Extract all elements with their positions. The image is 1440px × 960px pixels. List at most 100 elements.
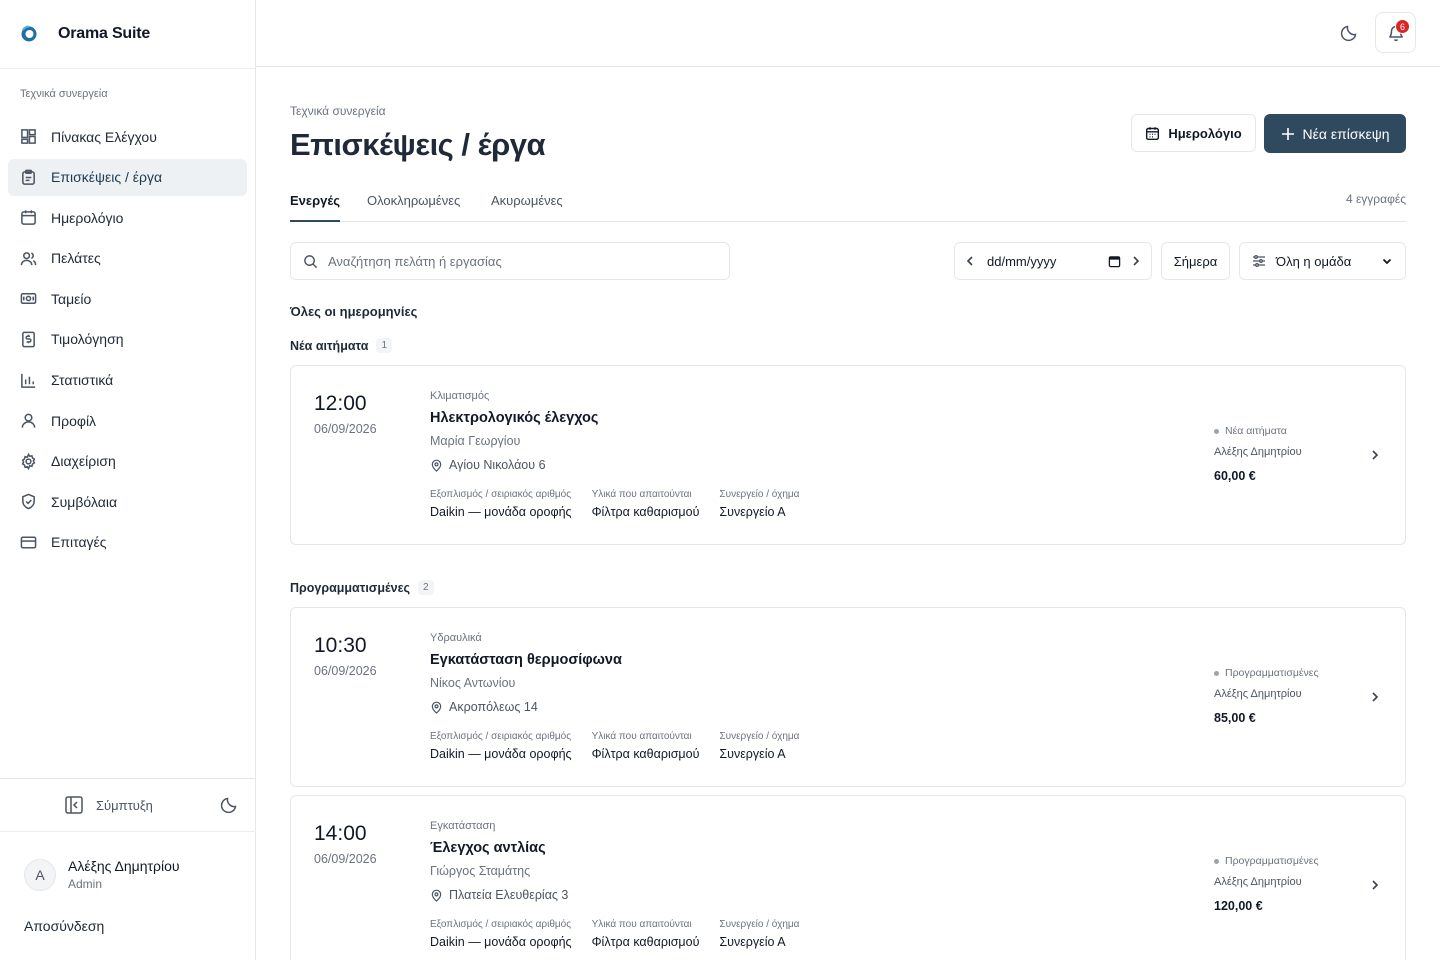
status-badge: Προγραμματισμένες (1214, 667, 1319, 679)
chevron-left-icon[interactable] (963, 254, 977, 268)
team-value: Συνεργείο Α (719, 935, 786, 949)
date-filter: dd/mm/yyyy (954, 242, 1152, 280)
visit-price: 120,00 € (1214, 899, 1263, 913)
group-heading: Προγραμματισμένες 2 (290, 580, 434, 595)
materials-value: Φίλτρα καθαρισμού (591, 505, 700, 519)
materials-label: Υλικά που απαιτούνται (591, 489, 692, 500)
app-name: Orama Suite (58, 25, 151, 42)
moon-icon[interactable] (1340, 24, 1358, 42)
visit-summary: Προγραμματισμένες Αλέξης Δημητρίου 120,0… (1214, 855, 1319, 913)
visit-category: Υδραυλικά (430, 632, 482, 644)
search-input[interactable] (328, 253, 708, 269)
tab-completed[interactable]: Ολοκληρωμένες (367, 193, 460, 222)
sidebar-item-admin[interactable]: Διαχείριση (8, 443, 247, 480)
visit-address: Πλατεία Ελευθερίας 3 (430, 888, 568, 902)
map-pin-icon (431, 889, 442, 902)
cash-icon (20, 293, 37, 305)
calendar-button[interactable]: Ημερολόγιο (1131, 114, 1256, 152)
calendar-picker-icon[interactable] (1108, 255, 1121, 268)
filter-sliders-icon (1253, 255, 1265, 267)
visit-card[interactable]: 10:30 06/09/2026 Υδραυλικά Εγκατάσταση θ… (290, 607, 1406, 787)
visit-card[interactable]: 14:00 06/09/2026 Εγκατάσταση Έλεγχος αντ… (290, 795, 1406, 960)
chevron-right-icon[interactable] (1368, 878, 1382, 892)
notifications-button[interactable]: 6 (1375, 12, 1416, 53)
sidebar-item-label: Επιταγές (51, 534, 107, 551)
breadcrumb[interactable]: Τεχνικά συνεργεία (290, 104, 386, 118)
equipment-value: Daikin — μονάδα οροφής (430, 935, 572, 949)
sidebar-item-cashbox[interactable]: Ταμείο (8, 280, 247, 317)
credit-card-icon (20, 536, 37, 549)
visit-client: Νίκος Αντωνίου (430, 676, 516, 690)
logout-link[interactable]: Αποσύνδεση (24, 918, 104, 934)
sidebar-item-dashboard[interactable]: Πίνακας Ελέγχου (8, 118, 247, 155)
sidebar-item-calendar[interactable]: Ημερολόγιο (8, 199, 247, 236)
team-value: Συνεργείο Α (719, 747, 786, 761)
chevron-right-icon[interactable] (1129, 254, 1143, 268)
users-icon (20, 251, 37, 265)
sidebar-item-invoicing[interactable]: Τιμολόγηση (8, 321, 247, 358)
chevron-right-icon[interactable] (1368, 690, 1382, 704)
sidebar-item-clients[interactable]: Πελάτες (8, 240, 247, 277)
collapse-button[interactable]: Σύμπτυξη (64, 795, 153, 815)
user-profile[interactable]: A Αλέξης Δημητρίου Admin (24, 858, 180, 891)
sidebar-item-label: Πελάτες (51, 250, 101, 267)
sidebar-item-cheques[interactable]: Επιταγές (8, 524, 247, 561)
dashboard-icon (21, 129, 36, 144)
visit-date: 06/09/2026 (314, 664, 377, 678)
team-value: Συνεργείο Α (719, 505, 786, 519)
topbar: 6 (256, 0, 1440, 67)
sidebar-item-label: Επισκέψεις / έργα (51, 169, 163, 186)
notification-badge: 6 (1395, 19, 1410, 34)
materials-value: Φίλτρα καθαρισμού (591, 935, 700, 949)
visit-card[interactable]: 12:00 06/09/2026 Κλιματισμός Ηλεκτρολογι… (290, 365, 1406, 545)
team-select-value: Όλη η ομάδα (1276, 253, 1352, 269)
team-select[interactable]: Όλη η ομάδα (1239, 242, 1406, 280)
status-text: Προγραμματισμένες (1225, 667, 1319, 679)
chevron-down-icon (1382, 258, 1392, 265)
sidebar-item-profile[interactable]: Προφίλ (8, 402, 247, 439)
sidebar-item-label: Πίνακας Ελέγχου (51, 128, 157, 145)
user-icon (21, 413, 36, 428)
visit-time: 10:30 (314, 634, 367, 657)
invoice-icon (22, 331, 35, 348)
visit-time: 14:00 (314, 822, 367, 845)
visit-title: Εγκατάσταση θερμοσίφωνα (430, 652, 622, 668)
sidebar-item-contracts[interactable]: Συμβόλαια (8, 483, 247, 520)
visit-client: Γιώργος Σταμάτης (430, 864, 531, 878)
equipment-value: Daikin — μονάδα οροφής (430, 505, 572, 519)
technician-name: Αλέξης Δημητρίου (1214, 876, 1302, 888)
visit-category: Κλιματισμός (430, 390, 490, 402)
date-input[interactable]: dd/mm/yyyy (987, 254, 1100, 269)
today-button[interactable]: Σήμερα (1161, 242, 1230, 280)
status-dot (1214, 670, 1219, 676)
visit-title: Έλεγχος αντλίας (430, 840, 546, 856)
sidebar-item-visits[interactable]: Επισκέψεις / έργα (8, 158, 247, 196)
avatar: A (24, 858, 56, 891)
sidebar-item-statistics[interactable]: Στατιστικά (8, 362, 247, 399)
technician-name: Αλέξης Δημητρίου (1214, 688, 1302, 700)
group-heading: Νέα αιτήματα 1 (290, 338, 393, 353)
visit-title: Ηλεκτρολογικός έλεγχος (430, 410, 599, 426)
visit-summary: Νέα αιτήματα Αλέξης Δημητρίου 60,00 € (1214, 425, 1302, 483)
equipment-value: Daikin — μονάδα οροφής (430, 747, 572, 761)
moon-icon[interactable] (220, 796, 238, 814)
new-visit-button[interactable]: Νέα επίσκεψη (1264, 114, 1406, 153)
sidebar-item-label: Τιμολόγηση (51, 331, 124, 348)
visit-price: 60,00 € (1214, 469, 1256, 483)
visit-date: 06/09/2026 (314, 422, 377, 436)
sidebar-section-label: Τεχνικά συνεργεία (20, 88, 108, 100)
visit-fields: Εξοπλισμός / σειριακός αριθμός Daikin — μ… (430, 489, 799, 519)
equipment-label: Εξοπλισμός / σειριακός αριθμός (430, 489, 572, 500)
technician-name: Αλέξης Δημητρίου (1214, 446, 1302, 458)
search-icon (304, 254, 318, 268)
plus-icon (1281, 127, 1294, 140)
page-title: Επισκέψεις / έργα (290, 127, 546, 162)
tab-active[interactable]: Ενεργές (290, 193, 340, 222)
new-visit-label: Νέα επίσκεψη (1302, 125, 1390, 142)
search-box[interactable] (290, 242, 730, 280)
materials-value: Φίλτρα καθαρισμού (591, 747, 700, 761)
tab-cancelled[interactable]: Ακυρωμένες (491, 193, 563, 222)
brand[interactable]: Orama Suite (0, 0, 255, 69)
chevron-right-icon[interactable] (1368, 448, 1382, 462)
visit-time: 12:00 (314, 392, 367, 415)
